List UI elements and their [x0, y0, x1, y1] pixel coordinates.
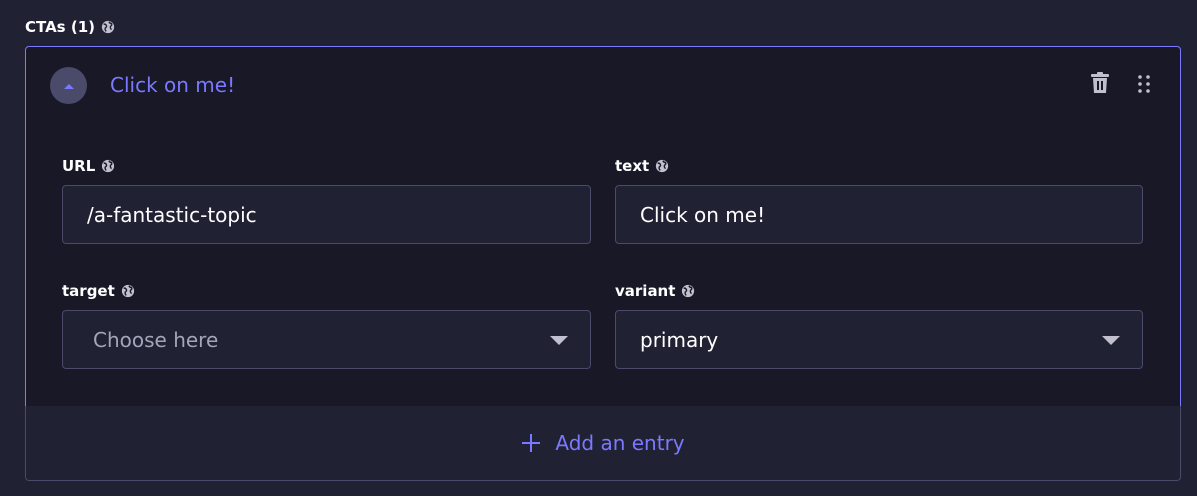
drag-handle-icon[interactable]	[1136, 74, 1152, 94]
section-label: CTAs (1)	[25, 18, 115, 36]
entry-title[interactable]: Click on me!	[110, 73, 235, 97]
url-input-value: /a-fantastic-topic	[87, 202, 257, 227]
text-input[interactable]: Click on me!	[615, 185, 1143, 244]
target-select-placeholder: Choose here	[93, 327, 219, 352]
caret-down-icon	[550, 335, 568, 345]
url-label: URL	[62, 157, 115, 175]
variant-label-text: variant	[615, 282, 676, 300]
caret-down-icon	[1102, 335, 1120, 345]
variant-select-value: primary	[640, 327, 719, 352]
url-input[interactable]: /a-fantastic-topic	[62, 185, 591, 244]
variant-select[interactable]: primary	[615, 310, 1143, 369]
globe-icon	[121, 284, 134, 298]
text-label-text: text	[615, 157, 650, 175]
globe-icon	[682, 284, 695, 298]
text-label: text	[615, 157, 669, 175]
cta-entry-card: Click on me! URL /a-fantastic-topic text…	[25, 46, 1181, 407]
globe-icon	[102, 159, 115, 173]
text-input-value: Click on me!	[640, 202, 766, 227]
trash-icon[interactable]	[1090, 72, 1110, 94]
url-label-text: URL	[62, 157, 96, 175]
target-label: target	[62, 282, 135, 300]
globe-icon	[656, 159, 669, 173]
section-label-text: CTAs (1)	[25, 18, 95, 36]
globe-icon	[101, 20, 115, 34]
variant-label: variant	[615, 282, 695, 300]
add-entry-label: Add an entry	[555, 431, 685, 455]
target-select[interactable]: Choose here	[62, 310, 591, 369]
target-label-text: target	[62, 282, 115, 300]
chevron-up-icon	[63, 83, 74, 89]
cta-component-field: CTAs (1) Click on me! URL /a-fantastic-t…	[0, 0, 1197, 496]
add-entry-button[interactable]: Add an entry	[25, 406, 1181, 481]
plus-icon	[522, 434, 541, 452]
collapse-toggle-button[interactable]	[50, 67, 87, 104]
